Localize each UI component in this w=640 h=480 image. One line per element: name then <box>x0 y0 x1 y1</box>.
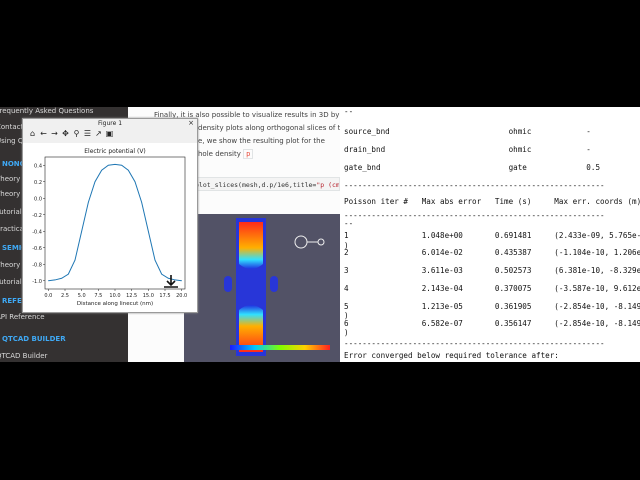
terminal-line: 2 6.014e-02 0.435387 (-1.104e-10, 1.206e <box>344 248 640 257</box>
sidebar-item[interactable]: QTCAD Builder <box>0 352 47 360</box>
terminal-line: -- <box>344 107 354 116</box>
density-slice-image <box>224 218 330 356</box>
data-point <box>88 202 89 203</box>
sidebar-item[interactable]: API Reference <box>0 313 45 321</box>
terminal-line: gate_bnd gate 0.5 <box>344 163 601 172</box>
figure-window[interactable]: Figure 1 × ⌂ ← → ✥ ⚲ ☰ ↗ ▣ Electric potential (… <box>22 118 198 313</box>
terminal-output: -- source_bnd ohmic - drain_bnd ohmic - gat… <box>340 107 640 362</box>
zoom-icon[interactable]: ⚲ <box>71 129 82 138</box>
close-icon[interactable]: × <box>188 119 194 128</box>
sidebar-item[interactable]: Frequently Asked Questions <box>0 107 93 115</box>
y-tick-label: -1.0 <box>32 279 42 285</box>
terminal-line: Poisson iter # Max abs error Time (s) Ma… <box>344 197 640 206</box>
code-text: plot_slices(mesh,d.p/1e6,title= <box>195 181 317 189</box>
sidebar-section-heading: QTCAD BUILDER <box>2 335 66 343</box>
x-tick-label: 12.5 <box>126 293 137 299</box>
data-point <box>114 164 116 165</box>
data-point <box>108 164 109 166</box>
terminal-line: Error converged below required tolerance… <box>344 351 559 360</box>
line-chart: Electric potential (V) 0.0 2.5 5.0 7.5 10.0 12… <box>32 148 187 307</box>
terminal-line: 6 6.582e-07 0.356147 (-2.854e-10, -8.149 <box>344 319 640 328</box>
terminal-line: source_bnd ohmic - <box>344 127 591 136</box>
x-tick-label: 17.5 <box>159 293 170 299</box>
data-point <box>174 279 176 281</box>
x-tick-label: 2.5 <box>61 293 69 299</box>
data-point <box>141 202 142 203</box>
chart-title: Electric potential (V) <box>84 148 146 155</box>
x-tick-label: 20.0 <box>176 293 187 299</box>
terminal-line: 4 2.143e-04 0.370075 (-3.587e-10, 9.612e <box>344 284 640 293</box>
data-point <box>128 169 129 171</box>
save-icon[interactable]: ▣ <box>104 129 115 138</box>
data-point <box>94 181 96 183</box>
data-point <box>74 259 76 261</box>
configure-icon[interactable]: ☰ <box>82 129 93 138</box>
plot-area: Electric potential (V) 0.0 2.5 5.0 7.5 10.0 12… <box>23 143 197 312</box>
data-point <box>134 181 136 183</box>
terminal-line: -- <box>344 219 354 228</box>
x-tick-label: 10.0 <box>109 293 120 299</box>
doc-paragraph-line: e, we show the resulting plot for the <box>198 137 325 145</box>
data-point <box>161 273 162 275</box>
data-point <box>101 169 102 171</box>
y-tick-label: -0.6 <box>32 246 42 252</box>
data-point <box>68 273 69 275</box>
x-tick-label: 7.5 <box>94 293 102 299</box>
data-point <box>61 277 62 279</box>
doc-paragraph-text: hole density <box>198 150 241 158</box>
data-point <box>154 259 156 261</box>
figure-toolbar: ⌂ ← → ✥ ⚲ ☰ ↗ ▣ <box>27 129 115 141</box>
y-tick-label: 0.0 <box>34 196 42 202</box>
x-tick-label: 0.0 <box>44 293 52 299</box>
forward-arrow-icon[interactable]: → <box>49 129 60 138</box>
y-tick-label: -0.2 <box>32 213 42 219</box>
terminal-line: ----------------------------------------… <box>344 211 605 220</box>
pan-icon[interactable]: ✥ <box>60 129 71 138</box>
edit-axes-icon[interactable]: ↗ <box>93 129 104 138</box>
y-tick-label: -0.4 <box>32 229 42 235</box>
paraview-render <box>184 214 340 362</box>
x-tick-label: 15.0 <box>143 293 154 299</box>
inline-code: p <box>243 149 254 159</box>
y-tick-label: 0.4 <box>34 163 42 169</box>
data-point <box>181 280 182 282</box>
series-line <box>48 163 182 282</box>
data-point <box>121 164 122 166</box>
x-tick-label: 5.0 <box>78 293 86 299</box>
x-axis-label: Distance along linecut (nm) <box>77 301 153 307</box>
data-point <box>168 277 169 279</box>
data-point <box>48 280 49 282</box>
sidebar-item[interactable]: Theory <box>0 261 20 269</box>
code-string: "p (cm"- <box>316 181 340 189</box>
y-tick-label: -0.8 <box>32 262 42 268</box>
data-point <box>148 230 149 232</box>
data-point <box>54 279 56 281</box>
doc-paragraph-line: density plots along orthogonal slices of… <box>198 124 340 132</box>
data-point <box>81 230 82 232</box>
terminal-line: drain_bnd ohmic - <box>344 145 591 154</box>
home-icon[interactable]: ⌂ <box>27 129 38 138</box>
plot-frame <box>44 156 186 290</box>
doc-paragraph-line: hole density p <box>198 149 254 159</box>
terminal-line: ----------------------------------------… <box>344 181 605 190</box>
y-tick-label: 0.2 <box>34 180 42 186</box>
figure-window-title: Figure 1 <box>97 120 123 127</box>
terminal-line: 1 1.048e+00 0.691481 (2.433e-09, 5.765e- <box>344 231 640 240</box>
back-arrow-icon[interactable]: ← <box>38 129 49 138</box>
terminal-line: 3 3.611e-03 0.502573 (6.381e-10, -8.329e <box>344 266 640 275</box>
terminal-line: ) <box>344 328 349 337</box>
terminal-line: 5 1.213e-05 0.361905 (-2.854e-10, -8.149 <box>344 302 640 311</box>
terminal-line: ----------------------------------------… <box>344 339 605 348</box>
